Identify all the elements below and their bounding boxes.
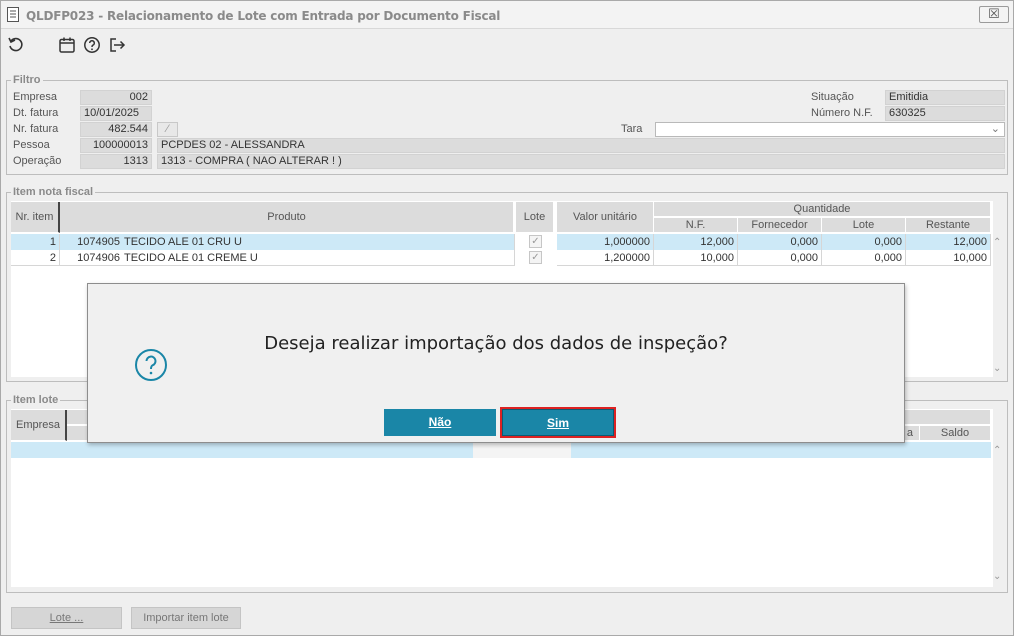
question-icon xyxy=(135,349,167,381)
cell-fornecedor: 0,000 xyxy=(738,250,822,266)
chevron-down-icon[interactable]: ⌄ xyxy=(991,123,1000,136)
confirm-dialog: Deseja realizar importação dos dados de … xyxy=(87,283,905,443)
header-q-lote[interactable]: Lote xyxy=(822,218,906,233)
nao-button[interactable]: Não xyxy=(384,409,496,436)
header-quantidade: Quantidade xyxy=(654,202,991,217)
cell-nf: 12,000 xyxy=(654,234,738,250)
situacao-field[interactable]: Emitidia xyxy=(885,90,1005,105)
cell-produto: TECIDO ALE 01 CREME U xyxy=(121,250,515,266)
dialog-message: Deseja realizar importação dos dados de … xyxy=(264,333,728,354)
toolbar xyxy=(1,30,1013,60)
operacao-label: Operação xyxy=(13,155,62,167)
lote-checkbox[interactable]: ✓ xyxy=(529,251,542,264)
header-restante[interactable]: Restante xyxy=(906,218,991,233)
cell-produto: TECIDO ALE 01 CRU U xyxy=(121,234,515,250)
header-lote[interactable]: Lote xyxy=(516,202,554,233)
scroll-up-icon[interactable]: ⌃ xyxy=(993,237,1001,248)
scroll-down-icon[interactable]: ⌄ xyxy=(993,571,1001,582)
magic-wand-icon[interactable]: ⁄ xyxy=(167,123,169,135)
cell-valor: 1,200000 xyxy=(557,250,654,266)
lote-button[interactable]: Lote ... xyxy=(11,607,122,629)
importar-item-lote-button[interactable]: Importar item lote xyxy=(131,607,241,629)
header-nf[interactable]: N.F. xyxy=(654,218,738,233)
header-saldo[interactable]: Saldo xyxy=(920,426,991,441)
tara-select[interactable]: ⌄ xyxy=(655,122,1005,137)
cell-nr: 2 xyxy=(11,250,60,266)
calendar-icon[interactable] xyxy=(58,36,76,54)
document-icon xyxy=(7,7,19,22)
operacao-name-field[interactable]: 1313 - COMPRA ( NAO ALTERAR ! ) xyxy=(157,154,1005,169)
scroll-up-icon[interactable]: ⌃ xyxy=(993,445,1001,456)
lote-button-label: Lote ... xyxy=(49,612,84,624)
header-nr-item[interactable]: Nr. item xyxy=(11,202,60,233)
nr-fatura-field[interactable]: 482.544 xyxy=(80,122,152,137)
filtro-legend: Filtro xyxy=(13,74,41,86)
header-fornecedor[interactable]: Fornecedor xyxy=(738,218,822,233)
help-icon[interactable] xyxy=(83,36,101,54)
close-icon[interactable]: ☒ xyxy=(988,6,1000,21)
lookup-button[interactable]: ⁄ xyxy=(157,122,178,137)
importar-button-label: Importar item lote xyxy=(143,612,229,624)
situacao-label: Situação xyxy=(811,91,854,103)
pessoa-name-field[interactable]: PCPDES 02 - ALESSANDRA xyxy=(157,138,1005,153)
header-produto[interactable]: Produto xyxy=(60,202,514,233)
header-empresa[interactable]: Empresa xyxy=(11,410,67,441)
operacao-code-field[interactable]: 1313 xyxy=(80,154,152,169)
cell-restante: 10,000 xyxy=(906,250,991,266)
empresa-field[interactable]: 002 xyxy=(80,90,152,105)
scroll-down-icon[interactable]: ⌄ xyxy=(993,363,1001,374)
lote-checkbox[interactable]: ✓ xyxy=(529,235,542,248)
window-title: QLDFP023 - Relacionamento de Lote com En… xyxy=(26,9,501,23)
main-window: QLDFP023 - Relacionamento de Lote com En… xyxy=(0,0,1014,636)
cell-fornecedor: 0,000 xyxy=(738,234,822,250)
dt-fatura-label: Dt. fatura xyxy=(13,107,59,119)
close-button[interactable]: ☒ xyxy=(979,6,1009,23)
cell-codigo: 1074906 xyxy=(77,252,120,264)
cell-lote: 0,000 xyxy=(822,250,906,266)
pessoa-label: Pessoa xyxy=(13,139,50,151)
refresh-icon[interactable] xyxy=(7,36,25,54)
exit-icon[interactable] xyxy=(108,36,126,54)
table-cell xyxy=(473,442,571,458)
sim-button[interactable]: Sim xyxy=(500,407,616,438)
cell-lote: 0,000 xyxy=(822,234,906,250)
pessoa-code-field[interactable]: 100000013 xyxy=(80,138,152,153)
numero-nf-label: Número N.F. xyxy=(811,107,873,119)
item-lote-legend: Item lote xyxy=(13,394,59,406)
nr-fatura-label: Nr. fatura xyxy=(13,123,59,135)
title-bar: QLDFP023 - Relacionamento de Lote com En… xyxy=(1,1,1013,29)
cell-restante: 12,000 xyxy=(906,234,991,250)
cell-nr: 1 xyxy=(11,234,60,250)
empresa-label: Empresa xyxy=(13,91,58,103)
cell-valor: 1,000000 xyxy=(557,234,654,250)
numero-nf-field[interactable]: 630325 xyxy=(885,106,1005,121)
dt-fatura-field[interactable]: 10/01/2025 xyxy=(80,106,152,121)
cell-codigo: 1074905 xyxy=(77,236,120,248)
cell-nf: 10,000 xyxy=(654,250,738,266)
item-nota-legend: Item nota fiscal xyxy=(13,186,94,198)
header-valor-unitario[interactable]: Valor unitário xyxy=(557,202,654,233)
tara-label: Tara xyxy=(621,123,643,135)
